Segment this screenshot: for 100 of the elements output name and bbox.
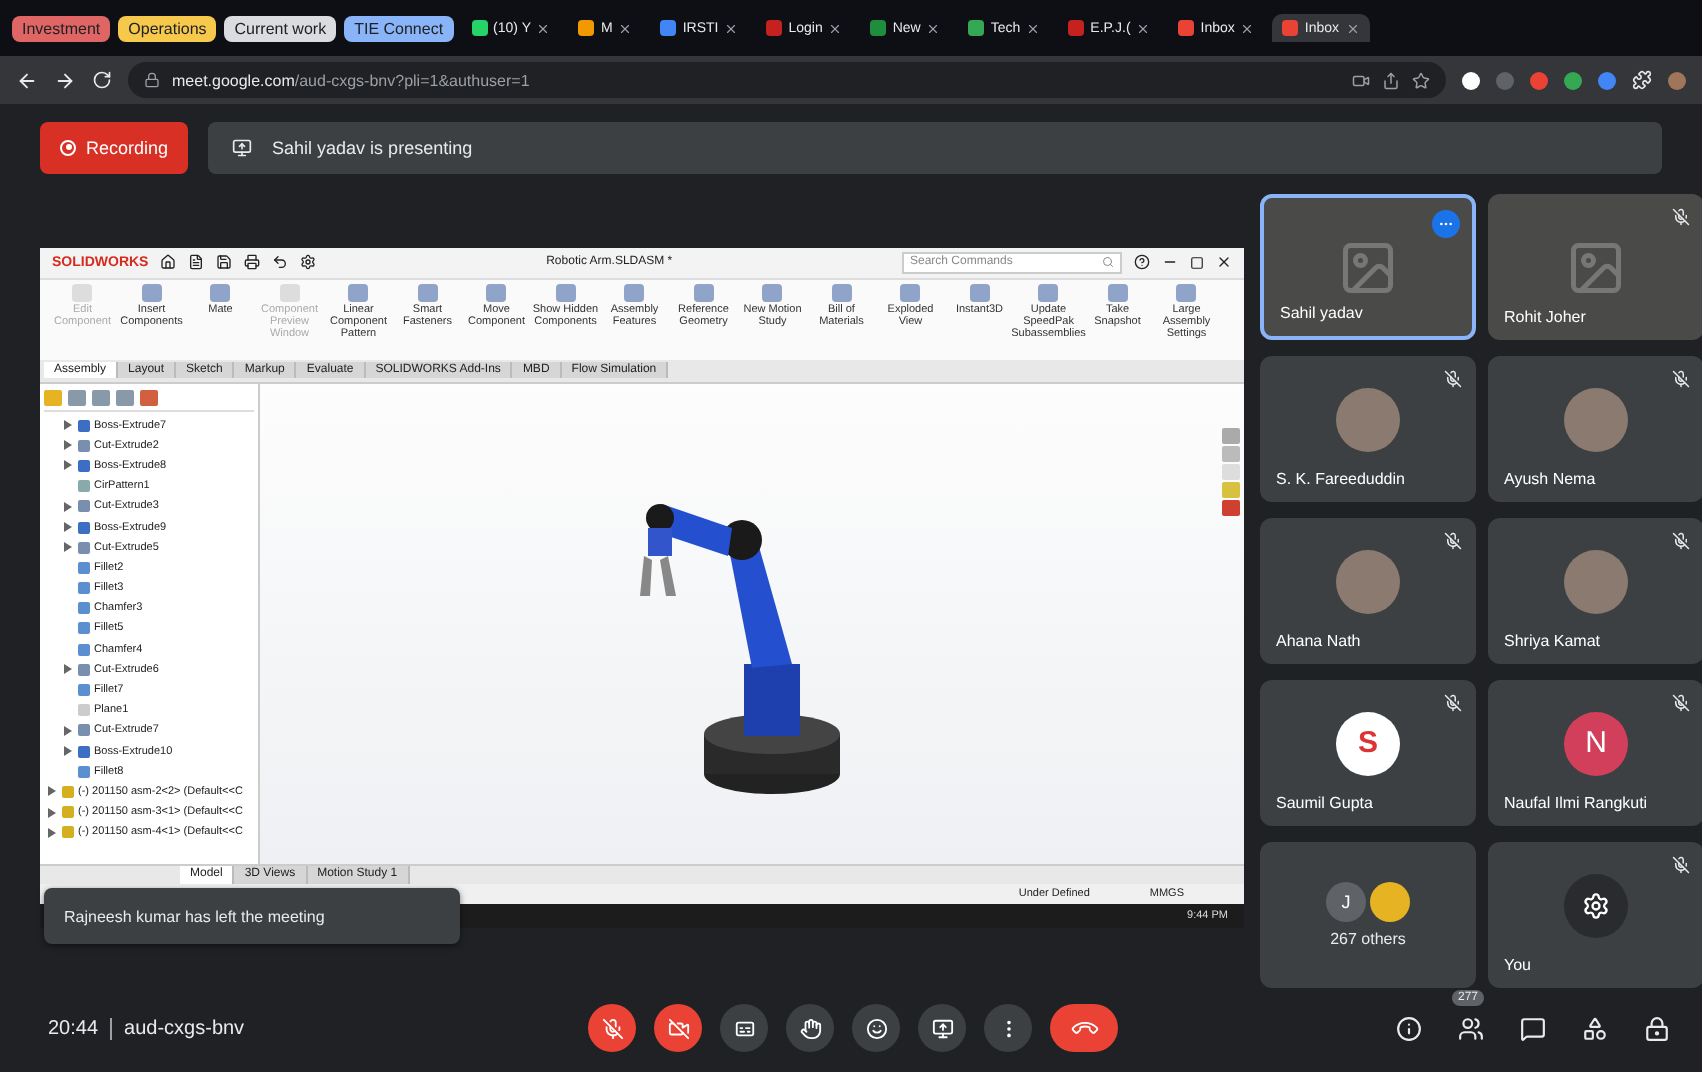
avatar-letter: N (1564, 711, 1628, 775)
tab-group-label[interactable]: Investment (12, 15, 111, 41)
avatar-photo (1564, 387, 1628, 451)
close-icon[interactable] (926, 21, 941, 35)
activities-icon[interactable] (1582, 1015, 1608, 1041)
tool-icon (486, 283, 507, 301)
close-icon[interactable] (828, 21, 843, 35)
participant-name: Ahana Nath (1276, 632, 1361, 650)
hand-icon (799, 1017, 821, 1039)
participant-name: Ayush Nema (1504, 470, 1596, 488)
participant-name: You (1504, 956, 1531, 974)
close-icon[interactable] (1136, 21, 1151, 35)
tab-group-label[interactable]: Operations (118, 15, 217, 41)
forward-icon[interactable] (54, 69, 76, 91)
tool-icon (900, 283, 921, 301)
tool-icon (417, 283, 438, 301)
tool-icon (555, 283, 576, 301)
extensions-icon[interactable] (1632, 70, 1652, 90)
participant-name: Saumil Gupta (1276, 794, 1373, 812)
participant-name: S. K. Fareeduddin (1276, 470, 1405, 488)
expand-arrow-icon[interactable] (64, 420, 72, 431)
undo-icon[interactable] (272, 254, 289, 270)
camera-icon[interactable] (1352, 71, 1370, 89)
meeting-code: aud-cxgs-bnv (124, 1017, 245, 1039)
expand-arrow-icon[interactable] (64, 522, 72, 533)
expand-arrow-icon[interactable] (64, 440, 72, 451)
info-icon[interactable] (1396, 1015, 1422, 1041)
participant-tile[interactable]: N Naufal Ilmi Rangkuti (1488, 680, 1702, 826)
close-icon[interactable] (1216, 254, 1232, 270)
help-icon[interactable] (1134, 254, 1150, 270)
expand-arrow-icon[interactable] (64, 542, 72, 553)
save-icon[interactable] (216, 254, 233, 270)
close-icon[interactable] (1026, 21, 1041, 35)
tool-icon (1038, 283, 1059, 301)
captions-icon (733, 1017, 755, 1039)
camera-off-icon (667, 1017, 689, 1039)
expand-arrow-icon[interactable] (64, 746, 72, 757)
lock-icon[interactable] (144, 72, 160, 88)
raise-hand-button[interactable] (786, 1004, 834, 1052)
tool-icon (348, 283, 369, 301)
record-icon (60, 139, 76, 155)
search-icon[interactable] (1102, 256, 1114, 268)
tool-icon (72, 283, 93, 301)
star-icon[interactable] (1412, 71, 1430, 89)
expand-arrow-icon[interactable] (64, 725, 72, 736)
tool-icon (762, 283, 783, 301)
participant-tile[interactable]: Ayush Nema (1488, 356, 1702, 502)
emoji-button[interactable] (852, 1004, 900, 1052)
participant-tile[interactable]: You (1488, 842, 1702, 988)
recording-indicator[interactable]: Recording (40, 121, 189, 173)
participant-tile[interactable]: Shriya Kamat (1488, 518, 1702, 664)
participant-name: Naufal Ilmi Rangkuti (1504, 794, 1648, 812)
microphone-off-button[interactable] (588, 1004, 636, 1052)
tab-group-label[interactable]: TIE Connect (344, 15, 454, 41)
participant-name: Shriya Kamat (1504, 632, 1601, 650)
tool-icon (279, 283, 300, 301)
avatar-photo (1336, 549, 1400, 613)
address-field[interactable]: meet.google.com/aud-cxgs-bnv?pli=1&authuser=1 (128, 62, 1446, 98)
tool-icon (624, 283, 645, 301)
expand-arrow-icon[interactable] (64, 460, 72, 471)
participant-name: Rohit Joher (1504, 308, 1586, 326)
camera-off-button[interactable] (654, 1004, 702, 1052)
avatar-photo (1370, 882, 1410, 922)
lock-icon[interactable] (1644, 1015, 1670, 1041)
expand-arrow-icon[interactable] (64, 501, 72, 512)
settings-icon[interactable] (300, 254, 317, 270)
participant-tile[interactable]: Sahil yadav (1260, 194, 1476, 340)
close-icon[interactable] (536, 21, 551, 35)
profile-avatar[interactable] (1668, 71, 1686, 89)
avatar-photo (1336, 387, 1400, 451)
home-icon[interactable] (160, 254, 177, 270)
expand-arrow-icon[interactable] (64, 664, 72, 675)
tool-icon (831, 283, 852, 301)
present-icon (232, 137, 253, 157)
chat-icon[interactable] (1520, 1015, 1546, 1041)
present-button[interactable] (918, 1004, 966, 1052)
more-icon[interactable] (1432, 210, 1460, 238)
tab-group-label[interactable]: Current work (224, 15, 337, 41)
video-placeholder (1566, 237, 1626, 297)
share-icon[interactable] (1382, 71, 1400, 89)
close-icon[interactable] (724, 21, 739, 35)
participant-tile[interactable]: J 267 others (1260, 842, 1476, 988)
microphone-off-icon (601, 1017, 623, 1039)
end-call-button[interactable] (1050, 1004, 1118, 1052)
participant-tile[interactable]: Rohit Joher (1488, 194, 1702, 340)
maximize-icon[interactable] (1190, 255, 1204, 269)
captions-button[interactable] (720, 1004, 768, 1052)
participant-tile[interactable]: Ahana Nath (1260, 518, 1476, 664)
participant-tile[interactable]: S. K. Fareeduddin (1260, 356, 1476, 502)
new-document-icon[interactable] (188, 254, 205, 270)
avatar-logo: S (1336, 711, 1400, 775)
participant-tile[interactable]: S Saumil Gupta (1260, 680, 1476, 826)
tool-icon (1107, 283, 1128, 301)
reload-icon[interactable] (92, 70, 112, 90)
close-icon[interactable] (618, 21, 633, 35)
close-icon[interactable] (1240, 21, 1255, 35)
back-icon[interactable] (16, 69, 38, 91)
printer-icon[interactable] (244, 254, 261, 270)
present-icon (931, 1017, 953, 1039)
meeting-time: 20:44 (48, 1017, 99, 1039)
